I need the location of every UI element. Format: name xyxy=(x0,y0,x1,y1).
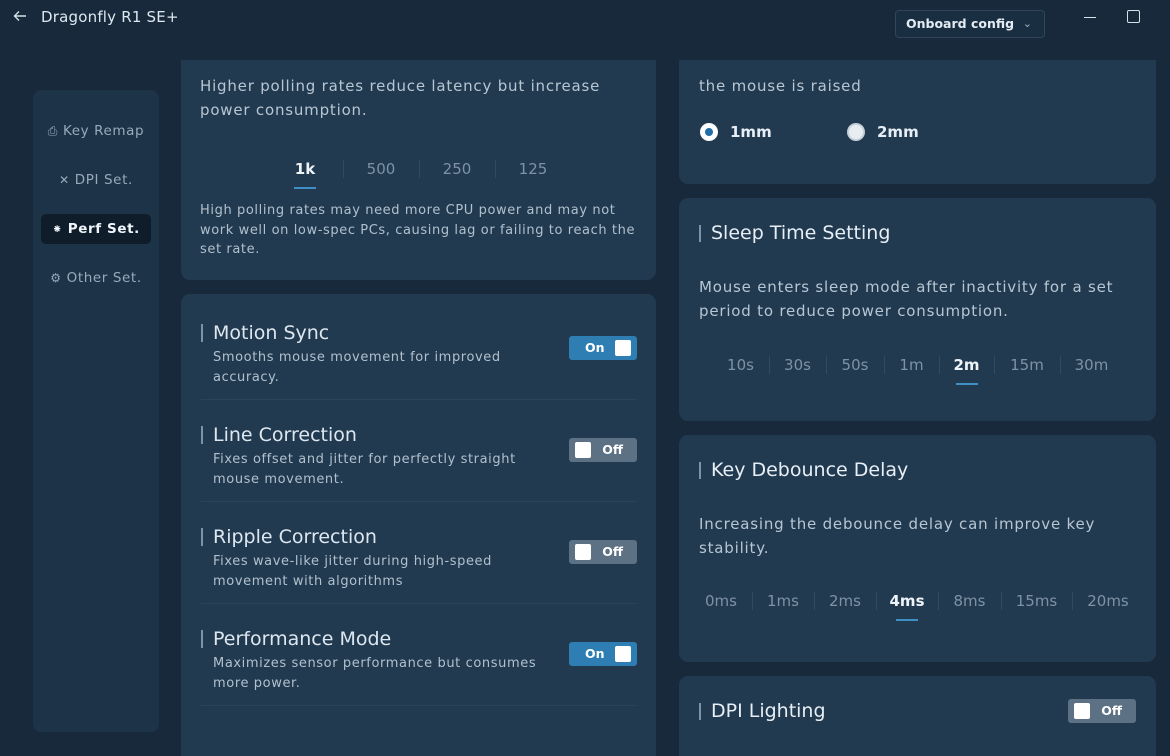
feature-ripple-correction: Ripple Correction Fixes wave-like jitter… xyxy=(201,502,637,604)
crosshair-icon: ✕ xyxy=(59,173,70,187)
polling-option[interactable]: 1k xyxy=(267,157,343,189)
toggle-knob xyxy=(615,646,631,662)
feature-title: Performance Mode xyxy=(200,628,392,650)
sparkle-icon: ⁕ xyxy=(52,222,63,236)
onboard-config-select[interactable]: Onboard config ⌄ xyxy=(895,10,1045,38)
sleep-option[interactable]: 1m xyxy=(884,353,939,377)
chevron-down-icon: ⌄ xyxy=(1022,17,1032,30)
sleep-option[interactable]: 30s xyxy=(769,353,826,377)
feature-description: Smooths mouse movement for improved accu… xyxy=(213,350,501,385)
debounce-option[interactable]: 4ms xyxy=(876,589,938,621)
motion-sync-toggle[interactable]: On xyxy=(569,336,637,360)
line-correction-toggle[interactable]: Off xyxy=(569,438,637,462)
sidebar-item-label: Perf Set. xyxy=(67,221,140,237)
maximize-icon[interactable] xyxy=(1123,6,1143,26)
toggle-knob xyxy=(575,442,591,458)
toggle-knob xyxy=(575,544,591,560)
feature-description: Fixes offset and jitter for perfectly st… xyxy=(213,452,516,487)
sidebar: ⎙ Key Remap ✕ DPI Set. ⁕ Perf Set. ⚙ Oth… xyxy=(33,90,159,732)
sleep-option[interactable]: 10s xyxy=(712,353,769,377)
app-title: Dragonfly R1 SE+ xyxy=(41,8,179,26)
sleep-option[interactable]: 15m xyxy=(994,353,1060,377)
polling-option[interactable]: 125 xyxy=(495,157,571,181)
debounce-option[interactable]: 2ms xyxy=(814,589,876,613)
toggle-knob xyxy=(615,340,631,356)
features-card: Motion Sync Smooths mouse movement for i… xyxy=(181,294,656,756)
dpi-lighting-toggle[interactable]: Off xyxy=(1068,699,1136,723)
sleep-option[interactable]: 30m xyxy=(1060,353,1123,377)
sleep-option[interactable]: 50s xyxy=(826,353,884,377)
feature-line-correction: Line Correction Fixes offset and jitter … xyxy=(201,400,637,502)
polling-rate-selector: 1k 500 250 125 xyxy=(267,157,571,189)
sidebar-item-label: DPI Set. xyxy=(74,172,133,188)
key-debounce-description: Increasing the debounce delay can improv… xyxy=(699,515,1096,557)
sleep-time-title: Sleep Time Setting xyxy=(698,222,891,244)
polling-rate-card: Higher polling rates reduce latency but … xyxy=(181,60,656,280)
sidebar-item-other-set[interactable]: ⚙ Other Set. xyxy=(41,263,151,293)
performance-mode-toggle[interactable]: On xyxy=(569,642,637,666)
toggle-knob xyxy=(1074,703,1090,719)
sleep-time-selector: 10s 30s 50s 1m 2m 15m 30m xyxy=(712,353,1123,385)
sleep-time-description: Mouse enters sleep mode after inactivity… xyxy=(699,278,1114,320)
feature-title: Ripple Correction xyxy=(201,526,377,548)
feature-title: Line Correction xyxy=(201,424,357,446)
radio-label: 1mm xyxy=(730,123,772,141)
back-arrow-icon[interactable] xyxy=(10,8,30,28)
debounce-option[interactable]: 8ms xyxy=(938,589,1001,613)
feature-description: Fixes wave-like jitter during high-speed… xyxy=(213,554,493,589)
minimize-icon[interactable] xyxy=(1080,6,1100,26)
key-debounce-card: Key Debounce Delay Increasing the deboun… xyxy=(679,435,1156,662)
lod-option-1mm[interactable]: 1mm xyxy=(700,123,772,141)
dpi-lighting-title: DPI Lighting xyxy=(699,700,826,722)
radio-label: 2mm xyxy=(877,123,919,141)
keyboard-icon: ⎙ xyxy=(47,123,58,138)
debounce-option[interactable]: 0ms xyxy=(690,589,752,613)
radio-selected-icon xyxy=(700,123,718,141)
toggle-label: Off xyxy=(602,442,623,457)
polling-rate-description: Higher polling rates reduce latency but … xyxy=(200,77,601,119)
sidebar-item-label: Other Set. xyxy=(66,270,142,286)
config-select-value: Onboard config xyxy=(906,16,1015,31)
sidebar-item-label: Key Remap xyxy=(62,123,145,139)
polling-option[interactable]: 250 xyxy=(419,157,495,181)
key-debounce-title: Key Debounce Delay xyxy=(698,459,909,481)
ripple-correction-toggle[interactable]: Off xyxy=(569,540,637,564)
gear-icon: ⚙ xyxy=(50,271,62,285)
feature-title: Motion Sync xyxy=(200,322,330,344)
debounce-option[interactable]: 20ms xyxy=(1072,589,1144,613)
key-debounce-selector: 0ms 1ms 2ms 4ms 8ms 15ms 20ms xyxy=(690,589,1144,621)
sleep-time-card: Sleep Time Setting Mouse enters sleep mo… xyxy=(679,198,1156,421)
polling-option[interactable]: 500 xyxy=(343,157,419,181)
feature-performance-mode: Performance Mode Maximizes sensor perfor… xyxy=(200,604,637,706)
sleep-option[interactable]: 2m xyxy=(939,353,994,385)
polling-rate-note: High polling rates may need more CPU pow… xyxy=(200,203,636,257)
title-bar: Dragonfly R1 SE+ Onboard config ⌄ xyxy=(0,0,1170,60)
debounce-option[interactable]: 15ms xyxy=(1001,589,1072,613)
lift-off-distance-card: the mouse is raised 1mm 2mm xyxy=(679,60,1156,184)
toggle-label: On xyxy=(585,340,605,355)
toggle-label: Off xyxy=(1101,703,1122,718)
debounce-option[interactable]: 1ms xyxy=(752,589,814,613)
lift-off-description: the mouse is raised xyxy=(699,77,862,95)
sidebar-item-key-remap[interactable]: ⎙ Key Remap xyxy=(41,116,151,146)
radio-unselected-icon xyxy=(847,123,865,141)
feature-description: Maximizes sensor performance but consume… xyxy=(213,656,537,691)
toggle-label: On xyxy=(585,646,605,661)
sidebar-item-perf-set[interactable]: ⁕ Perf Set. xyxy=(41,214,151,244)
dpi-lighting-card: DPI Lighting Off xyxy=(679,676,1156,756)
toggle-label: Off xyxy=(602,544,623,559)
sidebar-item-dpi-set[interactable]: ✕ DPI Set. xyxy=(41,165,151,195)
lod-option-2mm[interactable]: 2mm xyxy=(847,123,919,141)
feature-motion-sync: Motion Sync Smooths mouse movement for i… xyxy=(200,298,637,400)
